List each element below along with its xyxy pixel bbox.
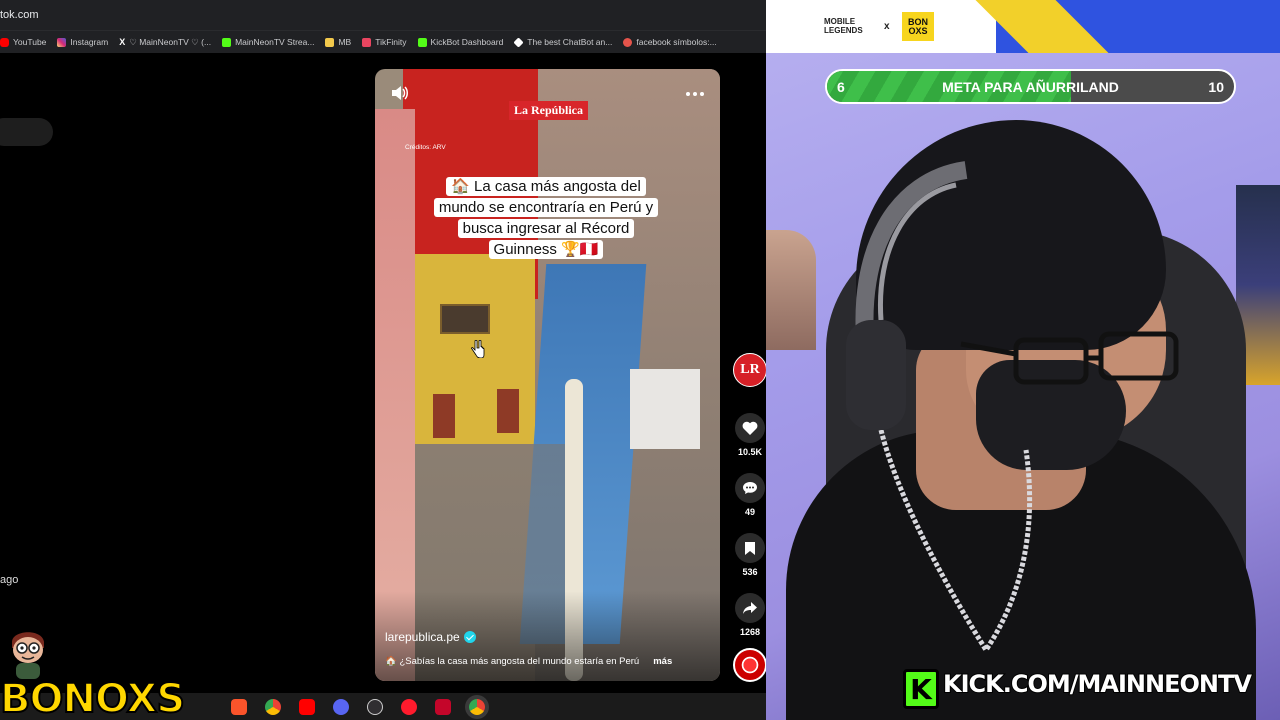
- share-icon: [735, 593, 765, 623]
- video-white-house: [630, 369, 700, 449]
- comment-icon: [735, 473, 765, 503]
- verified-badge-icon: [463, 631, 476, 643]
- more-link[interactable]: más: [653, 656, 672, 667]
- tikfinity-icon: [362, 37, 372, 47]
- streamer-avatar-sticker-icon: [12, 632, 44, 679]
- obs-icon[interactable]: [367, 699, 383, 715]
- kick-channel-banner: K KICK.COM/MAINNEONTV: [903, 666, 1253, 711]
- headset-icon: [846, 161, 968, 430]
- video-caption: 🏠 La casa más angosta del mundo se encon…: [431, 176, 661, 260]
- video-description: 🏠 ¿Sabías la casa más angosta del mundo …: [385, 656, 672, 667]
- goal-progress-bar: 6 META PARA AÑURRILAND 10: [825, 69, 1236, 104]
- bookmark-instagram[interactable]: Instagram: [57, 37, 108, 47]
- timestamp-fragment: ago: [0, 574, 19, 586]
- chrome-icon[interactable]: [265, 699, 281, 715]
- kick-channel-url: KICK.COM/MAINNEONTV: [942, 669, 1253, 699]
- chrome-active-icon[interactable]: [469, 699, 485, 715]
- collab-separator: x: [884, 21, 890, 32]
- profile-avatar-label: LR: [740, 362, 760, 377]
- bonxs-badge: BON OXS: [902, 12, 934, 41]
- globe-icon: [623, 37, 633, 47]
- bookmark-label: TikFinity: [375, 37, 407, 47]
- kick-logo-icon: K: [903, 669, 939, 709]
- bookmark-label: Instagram: [70, 37, 109, 47]
- share-button[interactable]: 1268: [729, 593, 766, 637]
- author-name[interactable]: larepublica.pe: [385, 630, 460, 644]
- bookmark-kickbot[interactable]: KickBot Dashboard: [417, 37, 504, 47]
- goal-target-value: 10: [1208, 79, 1224, 95]
- browser-window: tok.com YouTube Instagram X ♡ MainNeonTV …: [0, 0, 766, 720]
- description-text: 🏠 ¿Sabías la casa más angosta del mundo …: [385, 656, 640, 667]
- volume-icon[interactable]: [391, 85, 409, 101]
- opera-icon[interactable]: [401, 699, 417, 715]
- kick-icon: [222, 37, 232, 47]
- url-text[interactable]: tok.com: [0, 9, 39, 21]
- video-author[interactable]: larepublica.pe: [385, 630, 476, 644]
- bookmark-label: YouTube: [13, 37, 47, 47]
- save-button[interactable]: 536: [729, 533, 766, 577]
- bookmarks-bar: YouTube Instagram X ♡ MainNeonTV ♡ (... M…: [0, 31, 766, 53]
- caption-text: 🏠 La casa más angosta del mundo se encon…: [433, 177, 659, 259]
- stream-overlay: MOBILE LEGENDS x BON OXS 6 META PARA AÑU…: [766, 0, 1280, 720]
- like-button[interactable]: 10.5K: [729, 413, 766, 457]
- music-disc-icon[interactable]: [733, 648, 766, 682]
- discord-icon[interactable]: [333, 699, 349, 715]
- bookmark-kick-stream[interactable]: MainNeonTV Strea...: [222, 37, 314, 47]
- bookmark-icon: [735, 533, 765, 563]
- kickbot-icon: [417, 37, 427, 47]
- bookmark-youtube[interactable]: YouTube: [0, 37, 46, 47]
- la-republica-watermark: La República: [509, 101, 589, 120]
- bookmark-chatbot[interactable]: The best ChatBot an...: [513, 36, 613, 48]
- youtube-icon[interactable]: [299, 699, 315, 715]
- opera-gx-icon[interactable]: [435, 699, 451, 715]
- video-action-rail: LR 10.5K 49 536 1268: [729, 353, 766, 637]
- bookmark-label: ♡ MainNeonTV ♡ (...: [129, 36, 212, 47]
- save-count: 536: [742, 567, 758, 577]
- bookmark-x-mainneontv[interactable]: X ♡ MainNeonTV ♡ (...: [119, 37, 211, 48]
- bookmark-label: KickBot Dashboard: [430, 37, 504, 47]
- folder-icon: [325, 37, 335, 47]
- instagram-icon: [57, 37, 67, 47]
- video-credits: Créditos: ARV: [405, 144, 446, 151]
- mobile-legends-logo: MOBILE LEGENDS: [824, 17, 863, 35]
- mouse-hand-cursor-icon: [471, 340, 485, 358]
- goal-title: META PARA AÑURRILAND: [942, 79, 1119, 95]
- bookmark-label: The best ChatBot an...: [527, 37, 613, 47]
- comment-button[interactable]: 49: [729, 473, 766, 517]
- necklace-chain: [878, 430, 1033, 655]
- video-door: [433, 394, 455, 438]
- bookmark-label: MB: [338, 37, 352, 47]
- sponsor-logo-text: BONOXS: [0, 676, 186, 720]
- like-count: 10.5K: [737, 447, 763, 457]
- x-icon: X: [119, 36, 126, 47]
- profile-avatar[interactable]: LR: [733, 353, 766, 387]
- bookmark-label: facebook símbolos:...: [636, 37, 717, 47]
- comment-count: 49: [744, 507, 755, 517]
- video-window: [440, 304, 490, 334]
- youtube-icon: [0, 37, 9, 47]
- wall-poster-left: [766, 230, 816, 350]
- bookmark-label: MainNeonTV Strea...: [235, 37, 315, 47]
- brave-browser-icon[interactable]: [231, 699, 247, 715]
- video-door: [497, 389, 519, 433]
- glasses-icon: [960, 331, 1179, 385]
- chatbot-icon: [513, 36, 524, 48]
- tiktok-video[interactable]: La República Créditos: ARV 🏠 La casa más…: [375, 69, 720, 681]
- bookmark-mb-folder[interactable]: MB: [325, 37, 351, 47]
- heart-icon: [735, 413, 765, 443]
- search-pill[interactable]: [0, 118, 53, 146]
- address-bar[interactable]: tok.com: [0, 0, 766, 31]
- share-count: 1268: [739, 627, 761, 637]
- bookmark-facebook-symbols[interactable]: facebook símbolos:...: [623, 37, 717, 47]
- screen: tok.com YouTube Instagram X ♡ MainNeonTV …: [0, 0, 1280, 720]
- more-options-icon[interactable]: [685, 91, 705, 97]
- bookmark-tikfinity[interactable]: TikFinity: [362, 37, 407, 47]
